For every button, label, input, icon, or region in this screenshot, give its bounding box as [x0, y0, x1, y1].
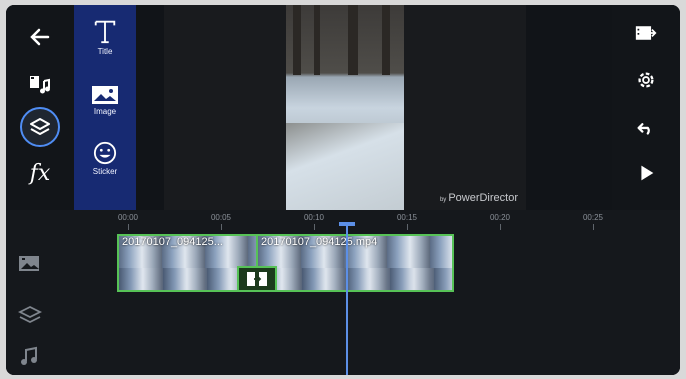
ruler-label: 00:25 [582, 213, 604, 222]
fx-button[interactable]: fx [20, 153, 60, 193]
ruler-label: 00:00 [117, 213, 139, 222]
video-clip[interactable]: 20170107_094125.mp4 [256, 234, 454, 292]
left-toolbar: fx [6, 5, 74, 210]
back-icon[interactable] [20, 17, 60, 57]
app-window: fx Title Image Sticker by PowerDirector … [6, 5, 680, 375]
add-sticker-button[interactable]: Sticker [74, 141, 136, 176]
export-icon[interactable] [626, 13, 666, 53]
transition-button[interactable] [237, 266, 277, 292]
media-music-icon[interactable] [20, 65, 60, 105]
ruler-label: 00:20 [489, 213, 511, 222]
sticker-label: Sticker [92, 167, 118, 176]
timeline[interactable]: 00:00 00:05 00:10 00:15 00:20 00:25 2017… [6, 210, 680, 375]
transition-icon [247, 272, 267, 286]
ruler-label: 00:15 [396, 213, 418, 222]
sticker-smiley-icon [93, 141, 117, 165]
image-icon [92, 86, 118, 104]
right-toolbar [612, 5, 680, 210]
fx-icon: fx [29, 160, 51, 186]
preview-frame [286, 5, 404, 211]
time-ruler[interactable]: 00:00 00:05 00:10 00:15 00:20 00:25 [114, 210, 680, 232]
undo-icon[interactable] [626, 107, 666, 147]
layers-icon[interactable] [20, 107, 60, 147]
title-t-icon [94, 20, 116, 44]
title-label: Title [97, 47, 113, 56]
add-image-button[interactable]: Image [74, 85, 136, 116]
play-icon[interactable] [626, 153, 666, 193]
clip-name: 20170107_094125... [122, 236, 223, 248]
music-track-icon [18, 346, 42, 366]
powerdirector-watermark: by PowerDirector [439, 192, 518, 204]
playhead[interactable] [346, 223, 348, 375]
clip-name: 20170107_094125.mp4 [261, 236, 378, 248]
video-preview[interactable]: by PowerDirector [164, 5, 526, 211]
settings-gear-icon[interactable] [626, 60, 666, 100]
layer-track-icon [17, 305, 43, 325]
layer-panel: Title Image Sticker [74, 5, 136, 210]
image-label: Image [93, 107, 117, 116]
ruler-label: 00:05 [210, 213, 232, 222]
add-title-button[interactable]: Title [74, 17, 136, 56]
video-track-icon [18, 254, 42, 274]
ruler-label: 00:10 [303, 213, 325, 222]
